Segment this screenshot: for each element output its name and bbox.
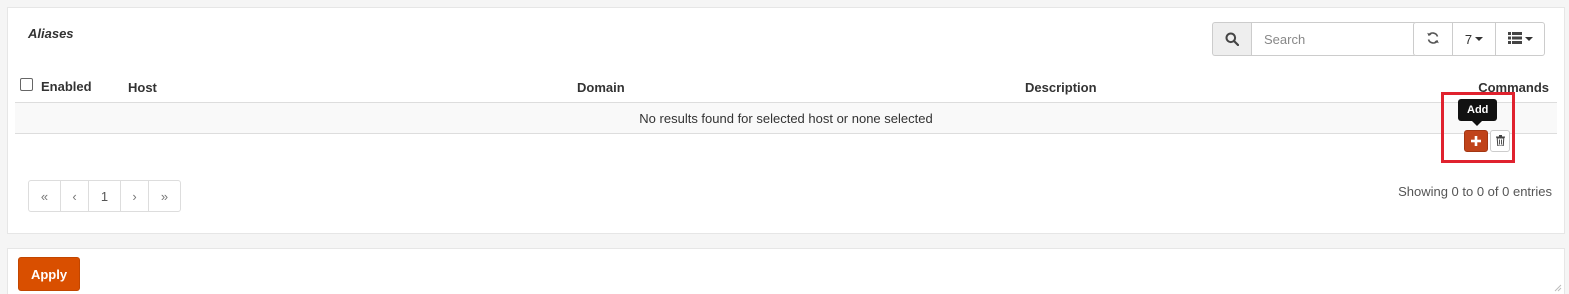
select-all-checkbox[interactable] xyxy=(20,77,33,91)
page-size-value: 7 xyxy=(1464,31,1473,47)
refresh-button[interactable] xyxy=(1413,22,1453,56)
caret-down-icon xyxy=(1475,37,1484,41)
actions-panel: Apply xyxy=(7,248,1565,294)
header-description[interactable]: Description xyxy=(1025,72,1445,103)
table-header-row: Enabled Host Domain Description Commands xyxy=(15,72,1557,103)
page-size-dropdown[interactable]: 7 xyxy=(1452,22,1496,56)
refresh-icon xyxy=(1426,31,1440,48)
columns-dropdown[interactable] xyxy=(1495,22,1545,56)
pagination-last[interactable]: » xyxy=(148,180,181,212)
pagination-next[interactable]: › xyxy=(120,180,149,212)
pagination-first[interactable]: « xyxy=(28,180,61,212)
aliases-panel: Aliases 7 xyxy=(7,7,1565,234)
header-enabled-label: Enabled xyxy=(41,79,92,95)
empty-message: No results found for selected host or no… xyxy=(15,102,1557,134)
highlight-box xyxy=(1441,92,1515,163)
search-group xyxy=(1212,22,1417,56)
resize-handle-icon[interactable] xyxy=(1552,282,1562,292)
apply-button[interactable]: Apply xyxy=(18,257,80,291)
entries-info: Showing 0 to 0 of 0 entries xyxy=(1398,184,1552,199)
aliases-table: Enabled Host Domain Description Commands… xyxy=(15,72,1557,134)
caret-down-icon xyxy=(1524,37,1533,41)
grid-toolbar: 7 xyxy=(1413,22,1545,56)
panel-title: Aliases xyxy=(28,26,74,41)
search-input[interactable] xyxy=(1251,22,1417,56)
pagination-prev[interactable]: ‹ xyxy=(60,180,89,212)
search-icon[interactable] xyxy=(1212,22,1251,56)
pagination-page-1[interactable]: 1 xyxy=(88,180,121,212)
table-row: No results found for selected host or no… xyxy=(15,102,1557,134)
header-host[interactable]: Host xyxy=(128,72,577,103)
header-domain[interactable]: Domain xyxy=(577,72,1025,103)
pagination: « ‹ 1 › » xyxy=(28,180,181,212)
list-icon xyxy=(1507,31,1522,47)
header-enabled: Enabled xyxy=(15,72,128,103)
